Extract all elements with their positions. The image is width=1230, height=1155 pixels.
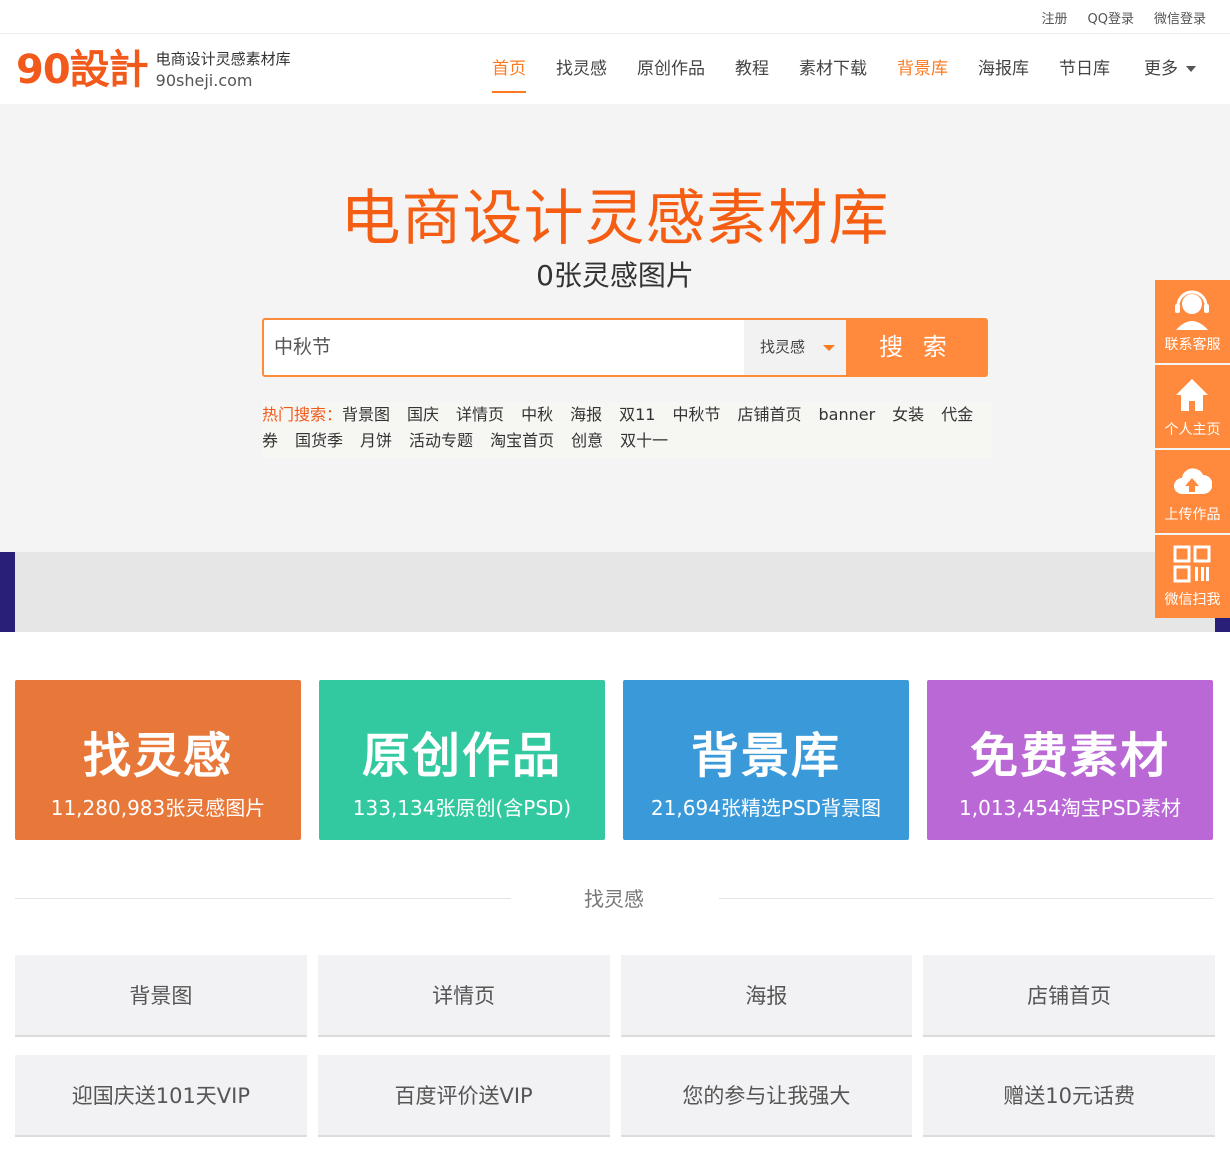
- card-title: 免费素材: [969, 728, 1170, 784]
- hot-tag[interactable]: 女装: [892, 405, 924, 424]
- nav-item-more[interactable]: 更多: [1144, 34, 1196, 104]
- hot-tag[interactable]: banner: [819, 405, 876, 424]
- grid-row: 背景图 详情页 海报 店铺首页: [15, 955, 1215, 1037]
- nav-item-holidays[interactable]: 节日库: [1059, 34, 1110, 104]
- card-original-works[interactable]: 原创作品 133,134张原创(含PSD): [319, 680, 605, 840]
- search-category-select[interactable]: 找灵感: [744, 320, 846, 375]
- wechat-scan-label: 微信扫我: [1164, 592, 1221, 608]
- hero-title: 电商设计灵感素材库: [340, 184, 890, 254]
- card-subtitle: 11,280,983张灵感图片: [50, 796, 266, 820]
- grid-item[interactable]: 详情页: [317, 955, 610, 1037]
- upload-works-label: 上传作品: [1164, 507, 1221, 523]
- hot-tag[interactable]: 双十一: [620, 431, 668, 450]
- hot-tag[interactable]: 活动专题: [409, 431, 473, 450]
- home-icon: [1176, 379, 1208, 411]
- site-logo[interactable]: 90設計 电商设计灵感素材库 90sheji.com: [16, 48, 291, 92]
- nav-item-posters[interactable]: 海报库: [978, 34, 1029, 104]
- nav-item-tutorials[interactable]: 教程: [735, 34, 769, 104]
- hero-subtitle: 0张灵感图片: [536, 259, 694, 292]
- qr-code-icon: [1173, 545, 1211, 583]
- account-links: 注册 QQ登录 微信登录: [1042, 0, 1207, 34]
- hot-tag[interactable]: 店铺首页: [737, 405, 801, 424]
- hot-searches: 热门搜索：背景图 国庆 详情页 中秋 海报 双11 中秋节 店铺首页 banner 女装 代金券 国货…: [262, 402, 992, 458]
- hot-tag[interactable]: 国货季: [295, 431, 343, 450]
- card-subtitle: 1,013,454淘宝PSD素材: [959, 796, 1181, 820]
- customer-service-icon: [1175, 290, 1209, 330]
- card-title: 找灵感: [82, 728, 233, 784]
- side-toolbar: 联系客服 个人主页 上传作品 微信扫我: [1155, 280, 1230, 620]
- main-nav: 首页 找灵感 原创作品 教程 素材下载 背景库 海报库 节日库 更多: [462, 34, 1196, 104]
- hot-tag[interactable]: 双11: [619, 405, 655, 424]
- section-title: 找灵感: [584, 887, 644, 911]
- dropdown-arrow-icon: [823, 345, 835, 351]
- search-input[interactable]: 中秋节: [264, 320, 744, 375]
- grid-item[interactable]: 百度评价送VIP: [317, 1055, 610, 1137]
- search-box: 中秋节 找灵感 搜 索: [262, 318, 988, 377]
- wechat-login-link[interactable]: 微信登录: [1154, 8, 1206, 27]
- hot-tag[interactable]: 月饼: [360, 431, 392, 450]
- nav-more-label: 更多: [1144, 59, 1178, 79]
- nav-item-inspiration[interactable]: 找灵感: [556, 34, 607, 104]
- grid-row: 迎国庆送101天VIP 百度评价送VIP 您的参与让我强大 赠送10元话费: [15, 1055, 1215, 1137]
- upload-works-button[interactable]: 上传作品: [1155, 450, 1230, 533]
- chevron-down-icon: [1186, 66, 1196, 72]
- card-subtitle: 21,694张精选PSD背景图: [650, 796, 882, 820]
- logo-domain: 90sheji.com: [155, 71, 253, 90]
- hot-searches-label: 热门搜索：: [262, 405, 343, 424]
- section-header: 找灵感: [15, 884, 1213, 914]
- header: 90設計 电商设计灵感素材库 90sheji.com 首页 找灵感 原创作品 教…: [0, 34, 1230, 104]
- hot-tag[interactable]: 海报: [570, 405, 602, 424]
- search-button[interactable]: 搜 索: [846, 320, 986, 375]
- card-inspiration[interactable]: 找灵感 11,280,983张灵感图片: [15, 680, 301, 840]
- personal-home-button[interactable]: 个人主页: [1155, 365, 1230, 448]
- contact-support-button[interactable]: 联系客服: [1155, 280, 1230, 363]
- nav-item-downloads[interactable]: 素材下载: [799, 34, 867, 104]
- hot-tag[interactable]: 背景图: [342, 405, 390, 424]
- banner-edge-left: [0, 552, 15, 632]
- grid-item[interactable]: 您的参与让我强大: [620, 1055, 913, 1137]
- grid-item[interactable]: 海报: [620, 955, 913, 1037]
- banner-strip[interactable]: [0, 552, 1230, 632]
- category-cards: 找灵感 11,280,983张灵感图片 原创作品 133,134张原创(含PSD…: [15, 680, 1213, 840]
- grid-item[interactable]: 赠送10元话费: [923, 1055, 1215, 1137]
- hot-tag[interactable]: 淘宝首页: [490, 431, 554, 450]
- personal-home-label: 个人主页: [1164, 422, 1221, 438]
- card-title: 背景库: [690, 728, 841, 784]
- top-bar: 注册 QQ登录 微信登录: [0, 0, 1230, 34]
- nav-item-home[interactable]: 首页: [492, 34, 526, 104]
- inspiration-grid: 背景图 详情页 海报 店铺首页 迎国庆送101天VIP 百度评价送VIP 您的参…: [15, 955, 1215, 1155]
- nav-item-original-works[interactable]: 原创作品: [637, 34, 705, 104]
- grid-item[interactable]: 背景图: [15, 955, 307, 1037]
- hot-tag[interactable]: 创意: [571, 431, 603, 450]
- hero-section: 电商设计灵感素材库 0张灵感图片 中秋节 找灵感 搜 索 热门搜索：背景图 国庆详…: [0, 104, 1230, 552]
- hot-tag[interactable]: 中秋节: [672, 405, 720, 424]
- grid-item[interactable]: 迎国庆送101天VIP: [15, 1055, 307, 1137]
- wechat-scan-button[interactable]: 微信扫我: [1155, 535, 1230, 618]
- hot-tag[interactable]: 中秋: [521, 405, 553, 424]
- cloud-upload-icon: [1174, 468, 1212, 494]
- search-category-label: 找灵感: [760, 338, 806, 356]
- nav-item-backgrounds[interactable]: 背景库: [897, 34, 948, 104]
- logo-tagline: 电商设计灵感素材库: [155, 50, 291, 68]
- logo-mark: 90設計: [16, 47, 149, 93]
- grid-item[interactable]: 店铺首页: [923, 955, 1215, 1037]
- card-free-materials[interactable]: 免费素材 1,013,454淘宝PSD素材: [927, 680, 1213, 840]
- card-title: 原创作品: [361, 728, 562, 784]
- qq-login-link[interactable]: QQ登录: [1088, 8, 1134, 27]
- card-backgrounds[interactable]: 背景库 21,694张精选PSD背景图: [623, 680, 909, 840]
- divider-right: [719, 898, 1213, 899]
- logo-text: 电商设计灵感素材库 90sheji.com: [156, 48, 291, 92]
- register-link[interactable]: 注册: [1042, 8, 1068, 27]
- hot-tag[interactable]: 详情页: [456, 405, 504, 424]
- card-subtitle: 133,134张原创(含PSD): [352, 796, 572, 820]
- contact-support-label: 联系客服: [1164, 337, 1221, 353]
- hot-tag[interactable]: 国庆: [407, 405, 439, 424]
